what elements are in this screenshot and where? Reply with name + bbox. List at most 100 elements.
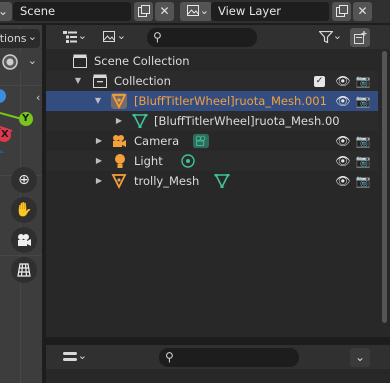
camera-render-icon[interactable]: 📷 bbox=[355, 151, 371, 171]
eye-icon[interactable]: 👁 bbox=[335, 131, 351, 151]
outliner-row-label: [BluffTitlerWheel]ruota_Mesh.001 bbox=[134, 94, 327, 108]
view-layer-close-button[interactable]: ✕ bbox=[353, 2, 372, 21]
camera-view-button[interactable] bbox=[11, 227, 37, 253]
chevron-down-icon: ⌄ bbox=[27, 54, 37, 67]
outliner-row-camera[interactable]: ▶ Camera 👁 📷 bbox=[46, 131, 378, 151]
expand-arrow-icon[interactable]: ▶ bbox=[94, 171, 104, 191]
search-icon: ⚲ bbox=[165, 350, 174, 364]
outliner-row-selected-mesh[interactable]: ▼ [BluffTitlerWheel]ruota_Mesh.001 👁 📷 bbox=[46, 91, 378, 111]
chevron-down-icon: ⌄ bbox=[332, 29, 342, 42]
camera-render-icon[interactable]: 📷 bbox=[355, 91, 371, 111]
chevron-down-icon: ⌄ bbox=[27, 30, 37, 43]
new-collection-button[interactable] bbox=[350, 28, 370, 47]
grid-line bbox=[0, 255, 42, 256]
outliner-row-label: [BluffTitlerWheel]ruota_Mesh.00 bbox=[154, 114, 340, 128]
3d-viewport[interactable]: otions ⌄ ⌄ Y X ‹ ⊕ ✋ bbox=[0, 25, 43, 383]
view-layer-name-text: View Layer bbox=[218, 4, 282, 18]
top-bar: ⌄ Scene ✕ ⌄ View Layer ✕ bbox=[0, 0, 390, 24]
chevron-down-icon: ⌄ bbox=[0, 4, 9, 18]
scene-copy-button[interactable] bbox=[134, 2, 153, 21]
outliner-row-label: Camera bbox=[134, 134, 180, 148]
properties-search-input[interactable]: ⚲ bbox=[159, 348, 299, 367]
display-mode-button[interactable]: ⌄ bbox=[97, 28, 129, 47]
row-visibility-controls: ✓ 👁 📷 bbox=[314, 71, 378, 91]
properties-options-button[interactable]: ⌄ bbox=[350, 348, 370, 367]
exclude-checkbox[interactable]: ✓ bbox=[314, 76, 325, 87]
expand-arrow-icon[interactable]: ▶ bbox=[94, 131, 104, 151]
expand-arrow-icon[interactable]: ▶ bbox=[114, 111, 124, 131]
filter-button[interactable]: ⌄ bbox=[314, 28, 344, 47]
zoom-icon: ⊕ bbox=[18, 172, 30, 188]
search-icon: ⚲ bbox=[153, 30, 162, 44]
neg-z-axis-handle[interactable] bbox=[0, 150, 4, 153]
expand-arrow-icon[interactable]: ▼ bbox=[93, 91, 103, 111]
mesh-data-icon[interactable] bbox=[214, 174, 230, 188]
properties-icon bbox=[63, 352, 77, 361]
viewport-options-dropdown[interactable]: otions ⌄ bbox=[0, 29, 40, 48]
light-object-icon bbox=[115, 154, 125, 168]
outliner-search-input[interactable]: ⚲ bbox=[147, 28, 257, 47]
eye-icon[interactable]: 👁 bbox=[335, 171, 351, 191]
shading-popover[interactable]: ⌄ bbox=[0, 53, 40, 72]
outliner-row-label: Scene Collection bbox=[94, 54, 190, 68]
properties-editor-type-button[interactable]: ⌄ bbox=[58, 348, 90, 367]
y-axis-label: Y bbox=[22, 113, 30, 124]
outliner-row-collection[interactable]: ▼ Collection ✓ 👁 📷 bbox=[46, 71, 378, 91]
outliner-row-trolly-mesh[interactable]: ▶ trolly_Mesh 👁 📷 bbox=[46, 171, 378, 191]
outliner-row-scene-collection[interactable]: Scene Collection bbox=[46, 51, 378, 71]
light-data-icon[interactable] bbox=[180, 153, 196, 169]
row-visibility-controls: 👁 📷 bbox=[330, 151, 378, 171]
pan-button[interactable]: ✋ bbox=[11, 197, 37, 223]
camera-render-icon[interactable]: 📷 bbox=[355, 71, 371, 91]
outliner-scrollbar[interactable] bbox=[382, 51, 387, 323]
outliner-row-label: Light bbox=[134, 154, 163, 168]
eye-icon[interactable]: 👁 bbox=[335, 71, 351, 91]
scene-name-field[interactable]: Scene bbox=[13, 2, 131, 21]
projection-toggle-button[interactable] bbox=[11, 257, 37, 283]
scene-browse-button[interactable]: ⌄ bbox=[0, 2, 12, 21]
outliner-row-mesh-data[interactable]: ▶ [BluffTitlerWheel]ruota_Mesh.00 bbox=[46, 111, 378, 131]
row-visibility-controls: 👁 📷 bbox=[330, 131, 378, 151]
outliner-row-label: Collection bbox=[114, 74, 171, 88]
scene-collection-icon bbox=[73, 54, 87, 68]
x-axis-label: X bbox=[1, 129, 9, 140]
outliner-row-label: trolly_Mesh bbox=[134, 174, 200, 188]
view-layer-browse-button[interactable]: ⌄ bbox=[180, 2, 212, 21]
mesh-object-icon bbox=[111, 93, 127, 109]
image-icon bbox=[186, 5, 199, 16]
eye-icon[interactable]: 👁 bbox=[335, 151, 351, 171]
viewport-options-label: otions bbox=[0, 32, 27, 45]
new-collection-icon bbox=[353, 31, 366, 44]
editor-type-button[interactable]: ⌄ bbox=[58, 28, 90, 47]
image-icon bbox=[102, 31, 115, 42]
mesh-object-icon bbox=[111, 174, 127, 189]
view-layer-name-field[interactable]: View Layer bbox=[211, 2, 329, 21]
row-visibility-controls: 👁 📷 bbox=[330, 91, 378, 111]
sidebar-toggle[interactable]: ‹ bbox=[36, 91, 40, 104]
copy-icon bbox=[137, 5, 150, 17]
camera-data-icon[interactable] bbox=[193, 133, 209, 149]
outliner-header: ⌄ ⌄ ⚲ ⌄ bbox=[46, 25, 390, 49]
scene-name-text: Scene bbox=[20, 4, 56, 18]
expand-arrow-icon[interactable]: ▶ bbox=[94, 151, 104, 171]
eye-icon[interactable]: 👁 bbox=[335, 91, 351, 111]
grid-icon bbox=[17, 263, 31, 277]
filter-icon bbox=[318, 30, 334, 44]
properties-header: ⌄ ⚲ ⌄ bbox=[46, 345, 390, 369]
close-icon: ✕ bbox=[159, 4, 170, 18]
camera-render-icon[interactable]: 📷 bbox=[355, 171, 371, 191]
chevron-down-icon: ⌄ bbox=[116, 29, 126, 42]
outliner-row-light[interactable]: ▶ Light 👁 📷 bbox=[46, 151, 378, 171]
camera-icon bbox=[18, 234, 31, 246]
scene-close-button[interactable]: ✕ bbox=[155, 2, 174, 21]
copy-icon bbox=[335, 5, 348, 17]
z-axis-handle[interactable] bbox=[0, 89, 6, 103]
properties-body bbox=[46, 369, 390, 383]
list-icon bbox=[63, 31, 77, 43]
camera-object-icon bbox=[113, 135, 126, 147]
expand-arrow-icon[interactable]: ▼ bbox=[73, 71, 83, 91]
zoom-button[interactable]: ⊕ bbox=[11, 167, 37, 193]
camera-render-icon[interactable]: 📷 bbox=[355, 131, 371, 151]
view-layer-copy-button[interactable] bbox=[332, 2, 351, 21]
mesh-data-icon bbox=[132, 114, 148, 128]
